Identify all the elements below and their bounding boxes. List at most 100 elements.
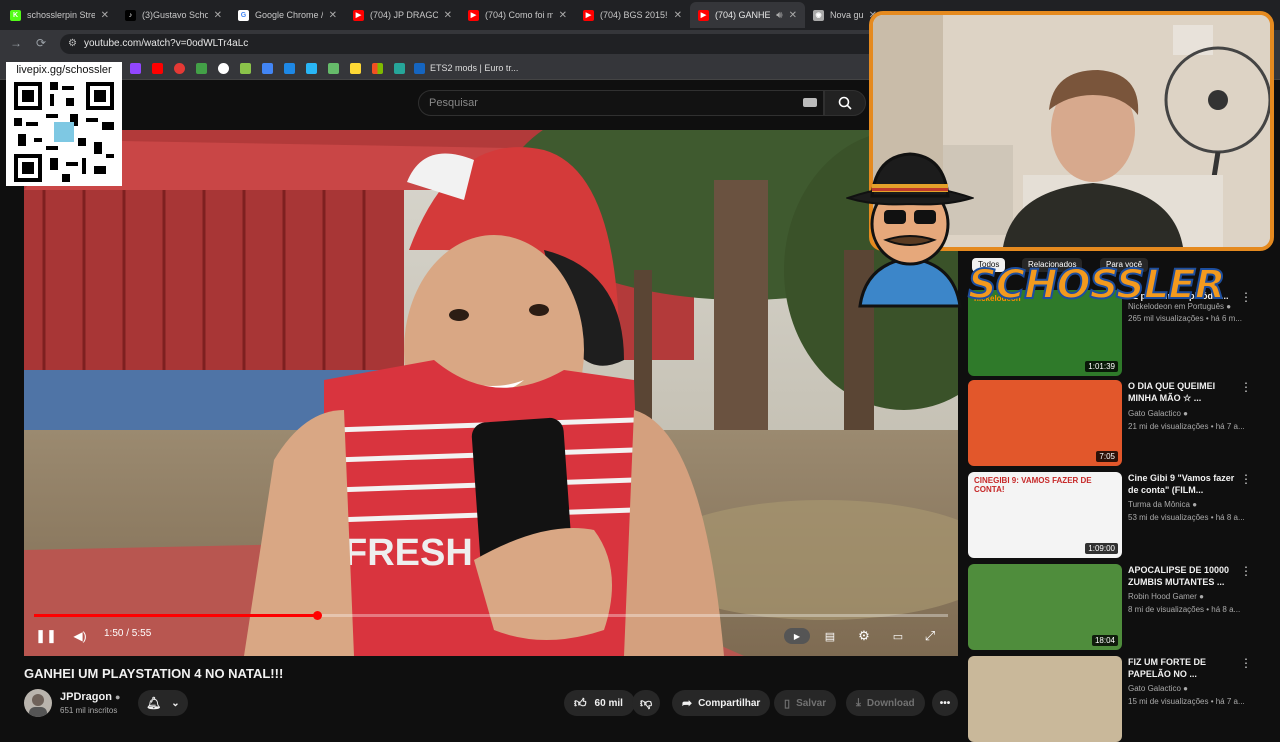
bookmark-icon[interactable] xyxy=(218,63,229,74)
recommended-title[interactable]: APOCALIPSE DE 10000 ZUMBIS MUTANTES ... xyxy=(1128,564,1236,588)
microsoft-bookmark-icon[interactable] xyxy=(372,63,383,74)
bookmark-icon[interactable] xyxy=(306,63,317,74)
more-actions-button[interactable]: ••• xyxy=(932,690,958,716)
close-tab-icon[interactable]: ✕ xyxy=(444,10,452,21)
browser-tab[interactable]: G Google Chrome / ✕ xyxy=(230,2,345,28)
bookmark-icon[interactable] xyxy=(174,63,185,74)
ets2-bookmark-icon[interactable] xyxy=(414,63,425,74)
settings-icon[interactable]: ⚙ xyxy=(854,626,874,646)
fullscreen-icon[interactable]: ⤢ xyxy=(920,626,940,646)
more-options-icon[interactable]: ⋮ xyxy=(1240,656,1252,670)
bookmark-icon[interactable] xyxy=(284,63,295,74)
avatar-image xyxy=(29,694,47,717)
recommended-channel[interactable]: Gato Galactico ● xyxy=(1128,409,1188,418)
recommended-channel-name: Gato Galactico xyxy=(1128,409,1181,418)
recommended-video[interactable]: FIZ UM FORTE DE PAPELÃO NO ... Gato Galac… xyxy=(968,656,1268,742)
subtitles-icon[interactable]: ▤ xyxy=(820,626,840,646)
reload-icon[interactable]: ⟳ xyxy=(36,36,46,50)
more-options-icon[interactable]: ⋮ xyxy=(1240,380,1252,394)
bookmark-icon[interactable] xyxy=(196,63,207,74)
browser-tab[interactable]: ▶ (704) JP DRAGON ✕ xyxy=(345,2,460,28)
tab-title: (704) Como foi m xyxy=(485,10,553,20)
keyboard-icon[interactable] xyxy=(803,98,817,107)
verified-icon: ● xyxy=(1199,592,1204,601)
autoplay-toggle[interactable]: ▶ xyxy=(784,628,810,644)
close-tab-icon[interactable]: ✕ xyxy=(214,10,222,21)
theater-mode-icon[interactable]: ▭ xyxy=(888,626,908,646)
share-button[interactable]: ➦ Compartilhar xyxy=(672,690,771,716)
more-options-icon[interactable]: ⋮ xyxy=(1240,472,1252,486)
recommended-title[interactable]: Cine Gibi 9 "Vamos fazer de conta" (FILM… xyxy=(1128,472,1236,496)
bookmark-icon[interactable] xyxy=(350,63,361,74)
bookmark-icon[interactable] xyxy=(240,63,251,74)
recommended-channel-name: Gato Galactico xyxy=(1128,684,1181,693)
video-thumbnail[interactable]: 18:04 xyxy=(968,564,1122,650)
close-tab-icon[interactable]: ✕ xyxy=(789,10,797,21)
recommended-title[interactable]: FIZ UM FORTE DE PAPELÃO NO ... xyxy=(1128,656,1236,680)
bookmark-icon[interactable] xyxy=(328,63,339,74)
search-input[interactable]: Pesquisar xyxy=(418,90,824,116)
download-button[interactable]: ⤓ Download xyxy=(846,690,925,716)
channel-avatar[interactable] xyxy=(24,689,52,717)
verified-icon: ● xyxy=(1192,500,1198,509)
close-tab-icon[interactable]: ✕ xyxy=(329,10,337,21)
bookmark-ets2[interactable]: ETS2 mods | Euro tr... xyxy=(430,63,518,73)
verified-icon: ● xyxy=(1183,684,1188,693)
recommended-channel[interactable]: Turma da Mônica ● xyxy=(1128,500,1197,509)
recommended-video[interactable]: 7:05 O DIA QUE QUEIMEI MINHA MÃO ☆ ... Gat… xyxy=(968,380,1268,466)
recommended-channel-name: Turma da Mônica xyxy=(1128,500,1190,509)
progress-bar[interactable] xyxy=(34,611,948,620)
youtube-bookmark-icon[interactable] xyxy=(152,63,163,74)
video-player[interactable]: FRESH S ❚❚ ◀) 1:50 / 5:55 ▶ ▤ ⚙ ▭ ⤢ xyxy=(24,130,958,656)
bell-icon: 🔔︎ xyxy=(146,696,162,710)
close-tab-icon[interactable]: ✕ xyxy=(674,10,682,21)
close-tab-icon[interactable]: ✕ xyxy=(101,10,109,21)
notifications-button[interactable]: 🔔︎ ⌄ xyxy=(138,690,188,716)
twitch-bookmark-icon[interactable] xyxy=(130,63,141,74)
download-label: Download xyxy=(866,697,915,709)
audio-playing-icon[interactable]: 🔊︎ xyxy=(776,10,782,21)
volume-icon[interactable]: ◀) xyxy=(68,626,92,646)
close-tab-icon[interactable]: ✕ xyxy=(559,10,567,21)
channel-name[interactable]: JPDragon ● xyxy=(60,691,120,703)
browser-tab[interactable]: ▶ (704) BGS 2015! E ✕ xyxy=(575,2,690,28)
mascot-logo xyxy=(846,152,974,308)
pause-icon[interactable]: ❚❚ xyxy=(34,626,58,646)
recommended-video[interactable]: 18:04 APOCALIPSE DE 10000 ZUMBIS MUTANTES… xyxy=(968,564,1268,650)
more-icon: ••• xyxy=(939,697,951,709)
recommended-channel[interactable]: Gato Galactico ● xyxy=(1128,684,1188,693)
bookmark-icon[interactable] xyxy=(394,63,405,74)
forward-icon[interactable]: → xyxy=(10,36,22,50)
browser-tab[interactable]: ♪ (3)Gustavo Schos ✕ xyxy=(117,2,230,28)
video-title: GANHEI UM PLAYSTATION 4 NO NATAL!!! xyxy=(24,666,284,681)
download-icon: ⤓ xyxy=(856,696,861,709)
youtube-icon: ▶ xyxy=(468,9,479,21)
video-frame: FRESH S xyxy=(24,130,958,656)
recommended-meta: 21 mi de visualizações • há 7 a... xyxy=(1128,422,1245,431)
recommended-channel[interactable]: Robin Hood Gamer ● xyxy=(1128,592,1204,601)
browser-tab[interactable]: Kschosslerpin Strea ✕ xyxy=(2,2,117,28)
video-thumbnail[interactable] xyxy=(968,656,1122,742)
recommended-video[interactable]: CINEGIBI 9: VAMOS FAZER DE CONTA! 1:09:00… xyxy=(968,472,1268,558)
url-field[interactable]: ⚙ youtube.com/watch?v=0odWLTr4aLc xyxy=(60,34,880,54)
save-button[interactable]: ▯ Salvar xyxy=(774,690,837,716)
video-thumbnail[interactable]: CINEGIBI 9: VAMOS FAZER DE CONTA! 1:09:00 xyxy=(968,472,1122,558)
browser-tab[interactable]: ▶ (704) Como foi m ✕ xyxy=(460,2,575,28)
tab-title: schosslerpin Strea xyxy=(27,10,95,20)
verified-icon: ● xyxy=(115,692,121,702)
like-button[interactable]: 👍︎ 60 mil xyxy=(564,690,635,716)
search-button[interactable] xyxy=(824,90,866,116)
video-thumbnail[interactable]: 7:05 xyxy=(968,380,1122,466)
save-label: Salvar xyxy=(796,697,827,709)
browser-tab[interactable]: ▶ (704) GANHE 🔊︎ ✕ xyxy=(690,2,805,28)
dislike-button[interactable]: 👎︎ xyxy=(632,690,661,716)
share-icon: ➦ xyxy=(682,696,693,710)
youtube-icon: ▶ xyxy=(698,9,709,21)
site-info-icon[interactable]: ⚙ xyxy=(68,38,77,49)
tab-title: (704) BGS 2015! E xyxy=(600,10,668,20)
thumbnail-text: CINEGIBI 9: VAMOS FAZER DE CONTA! xyxy=(974,476,1092,494)
gmail-bookmark-icon[interactable] xyxy=(262,63,273,74)
recommended-title[interactable]: O DIA QUE QUEIMEI MINHA MÃO ☆ ... xyxy=(1128,380,1236,404)
more-options-icon[interactable]: ⋮ xyxy=(1240,564,1252,578)
thumbs-up-icon: 👍︎ xyxy=(574,695,587,710)
